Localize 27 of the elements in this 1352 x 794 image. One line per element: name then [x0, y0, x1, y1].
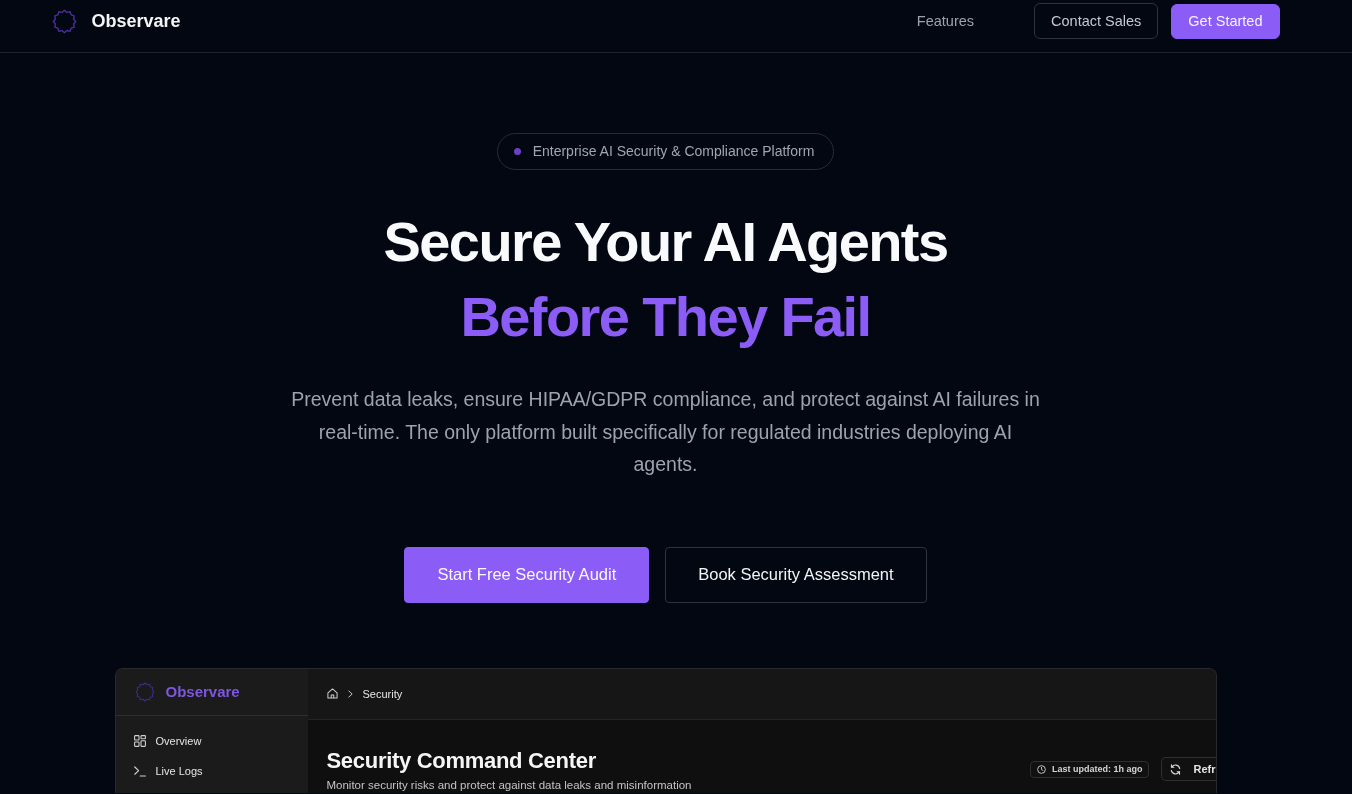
hero-title: Secure Your AI Agents	[383, 209, 948, 275]
brand-name: Observare	[91, 10, 181, 32]
refresh-button[interactable]: Refr	[1161, 757, 1216, 781]
book-assessment-button[interactable]: Book Security Assessment	[665, 546, 927, 603]
hero-title-highlight: Before They Fail	[460, 284, 871, 350]
refresh-icon	[1170, 763, 1182, 775]
preview-brand-name: Observare	[165, 683, 240, 700]
breadcrumb-current: Security	[362, 687, 403, 700]
nav-link[interactable]: Features	[916, 13, 975, 29]
starburst-logo-icon	[134, 681, 155, 702]
starburst-logo-icon	[51, 8, 77, 34]
chevron-right-icon	[347, 689, 353, 698]
sidebar-item[interactable]: Overview	[115, 725, 202, 756]
tagline-text: Enterprise AI Security & Compliance Platform	[532, 142, 815, 161]
grid-icon	[133, 734, 146, 747]
pill-dot-icon	[513, 148, 521, 155]
contact-sales-button[interactable]: Contact Sales	[1034, 3, 1159, 39]
home-icon[interactable]	[326, 688, 338, 699]
get-started-button[interactable]: Get Started	[1171, 3, 1280, 39]
start-audit-button[interactable]: Start Free Security Audit	[404, 546, 650, 603]
page-title: Security Command Center	[326, 746, 597, 775]
sidebar-item[interactable]: Live Logs	[115, 755, 203, 786]
page-subtitle: Monitor security risks and protect against data leaks and misinformation	[326, 777, 692, 792]
hero-description: Prevent data leaks, ensure HIPAA/GDPR compliance, and protect against AI failures in real-time. The only platform built specifically for regulated industries deploying AI agents.	[290, 387, 1041, 477]
terminal-icon	[133, 764, 146, 777]
last-updated-text: Last updated: 1h ago	[1051, 764, 1143, 774]
clock-icon	[1036, 764, 1046, 774]
